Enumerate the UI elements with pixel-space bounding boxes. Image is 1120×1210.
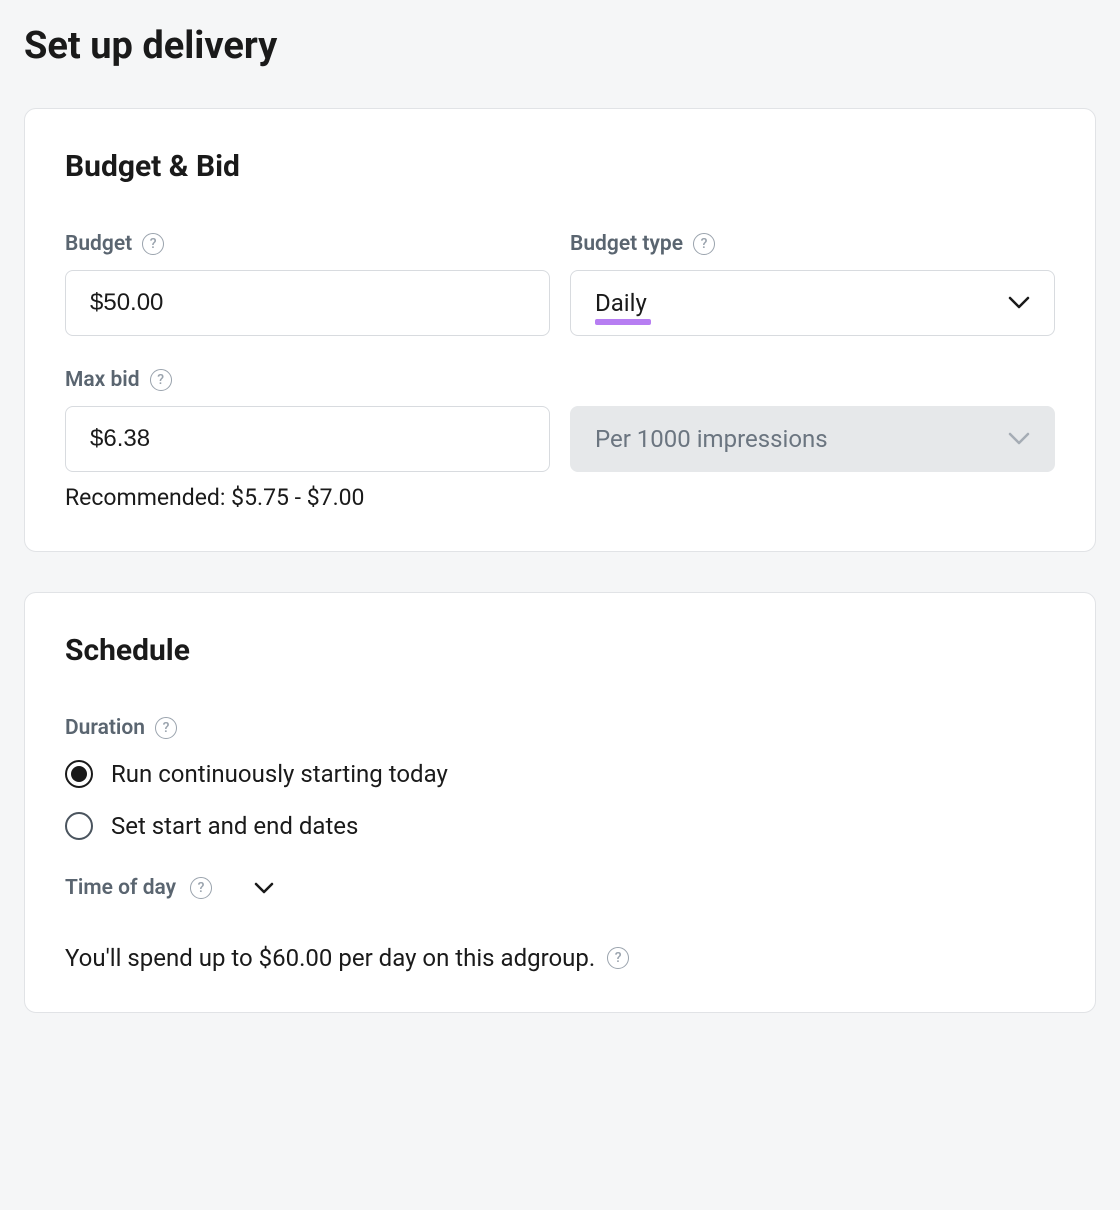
help-icon[interactable]: ?	[607, 947, 629, 969]
duration-option-set-dates[interactable]: Set start and end dates	[65, 812, 1055, 840]
duration-radio-group: Run continuously starting today Set star…	[65, 760, 1055, 840]
budget-type-selected: Daily	[595, 289, 647, 317]
duration-label-row: Duration ?	[65, 716, 1055, 740]
budget-type-field: Budget type ? Daily	[570, 232, 1055, 336]
budget-type-select[interactable]: Daily	[570, 270, 1055, 336]
radio-unselected-icon	[65, 812, 93, 840]
chevron-down-icon	[1008, 432, 1030, 446]
duration-option-set-dates-label: Set start and end dates	[111, 812, 358, 840]
help-icon[interactable]: ?	[142, 233, 164, 255]
schedule-title: Schedule	[65, 633, 1055, 668]
help-icon[interactable]: ?	[693, 233, 715, 255]
max-bid-label-row: Max bid ?	[65, 368, 550, 392]
help-icon[interactable]: ?	[190, 877, 212, 899]
max-bid-row: Max bid ? Recommended: $5.75 - $7.00 Per…	[65, 368, 1055, 511]
budget-row: Budget ? Budget type ? Daily	[65, 232, 1055, 336]
bid-unit-field: Per 1000 impressions	[570, 368, 1055, 511]
max-bid-input[interactable]	[65, 406, 550, 472]
duration-label: Duration	[65, 716, 145, 740]
budget-field: Budget ?	[65, 232, 550, 336]
bid-unit-selected: Per 1000 impressions	[595, 425, 828, 453]
duration-option-continuous[interactable]: Run continuously starting today	[65, 760, 1055, 788]
budget-bid-card: Budget & Bid Budget ? Budget type ? Dail…	[24, 108, 1096, 552]
budget-bid-title: Budget & Bid	[65, 149, 1055, 184]
help-icon[interactable]: ?	[155, 717, 177, 739]
duration-option-continuous-label: Run continuously starting today	[111, 760, 448, 788]
spend-summary-row: You'll spend up to $60.00 per day on thi…	[65, 944, 1055, 972]
radio-selected-icon	[65, 760, 93, 788]
max-bid-recommended: Recommended: $5.75 - $7.00	[65, 484, 550, 511]
page-title: Set up delivery	[24, 24, 1096, 68]
budget-label-row: Budget ?	[65, 232, 550, 256]
help-icon[interactable]: ?	[150, 369, 172, 391]
budget-type-label-row: Budget type ?	[570, 232, 1055, 256]
time-of-day-toggle[interactable]: Time of day ?	[65, 876, 1055, 900]
budget-type-label: Budget type	[570, 232, 683, 256]
budget-input[interactable]	[65, 270, 550, 336]
max-bid-label: Max bid	[65, 368, 140, 392]
chevron-down-icon	[254, 882, 274, 894]
time-of-day-label: Time of day	[65, 876, 176, 900]
chevron-down-icon	[1008, 296, 1030, 310]
budget-label: Budget	[65, 232, 132, 256]
max-bid-field: Max bid ? Recommended: $5.75 - $7.00	[65, 368, 550, 511]
bid-unit-select: Per 1000 impressions	[570, 406, 1055, 472]
schedule-card: Schedule Duration ? Run continuously sta…	[24, 592, 1096, 1013]
spend-summary: You'll spend up to $60.00 per day on thi…	[65, 944, 595, 972]
